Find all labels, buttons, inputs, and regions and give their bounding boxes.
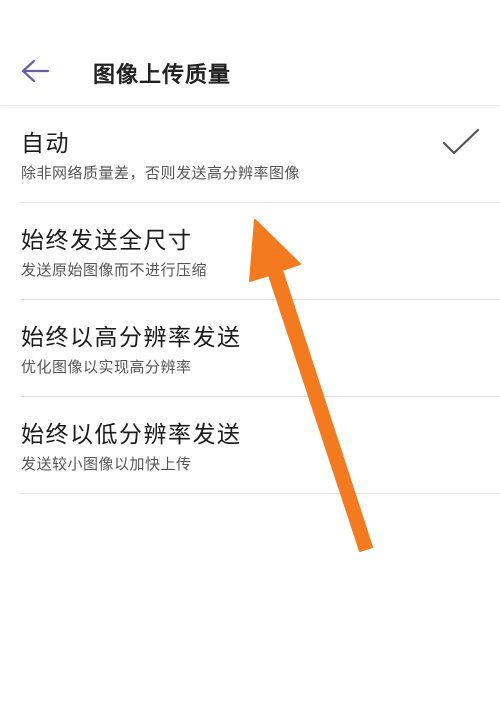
option-title: 始终发送全尺寸 [21, 228, 193, 254]
option-title: 始终以高分辨率发送 [21, 325, 242, 351]
option-subtitle: 除非网络质量差，否则发送高分辨率图像 [21, 164, 301, 182]
page-title: 图像上传质量 [93, 63, 232, 88]
option-full-size[interactable]: 始终发送全尺寸 发送原始图像而不进行压缩 [21, 203, 500, 300]
option-subtitle: 发送较小图像以加快上传 [21, 455, 192, 473]
back-button[interactable] [14, 52, 56, 90]
option-title: 自动 [21, 131, 70, 157]
upload-quality-options: 自动 除非网络质量差，否则发送高分辨率图像 始终发送全尺寸 发送原始图像而不进行… [0, 106, 500, 494]
option-title: 始终以低分辨率发送 [21, 422, 242, 448]
arrow-left-icon [21, 59, 50, 83]
app-screen: 图像上传质量 自动 除非网络质量差，否则发送高分辨率图像 始终发送全尺寸 发送原… [0, 0, 500, 721]
option-subtitle: 优化图像以实现高分辨率 [21, 358, 192, 376]
option-low-resolution[interactable]: 始终以低分辨率发送 发送较小图像以加快上传 [21, 397, 500, 494]
option-high-resolution[interactable]: 始终以高分辨率发送 优化图像以实现高分辨率 [21, 300, 500, 397]
app-header: 图像上传质量 [0, 0, 500, 106]
check-icon [442, 128, 480, 155]
option-auto[interactable]: 自动 除非网络质量差，否则发送高分辨率图像 [21, 106, 500, 203]
option-subtitle: 发送原始图像而不进行压缩 [21, 261, 208, 279]
